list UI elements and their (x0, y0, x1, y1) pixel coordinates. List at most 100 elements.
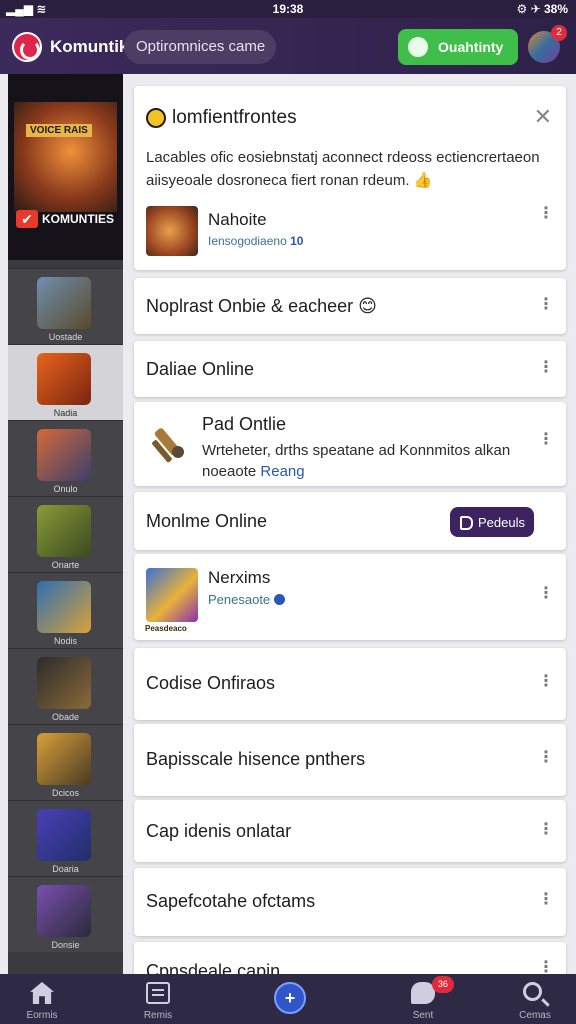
details-button[interactable]: Pedeuls (450, 507, 534, 537)
game-thumbnail (37, 885, 91, 937)
list-item[interactable]: Peasdeaco Nerxims Penesaote ⋮ (134, 554, 566, 640)
game-thumbnail (37, 505, 91, 557)
list-item[interactable]: Cap idenis onlatar ⋮ (134, 800, 566, 862)
nav-chat[interactable]: 36 Sent (378, 974, 468, 1024)
more-options-icon[interactable]: ⋮ (538, 748, 554, 768)
sidebar-item[interactable]: Obade (8, 648, 123, 724)
featured-game-banner[interactable]: VOICE RAIS ✔ KOMUNTIES (8, 74, 123, 260)
thumbnail-caption: Peasdeaco (145, 624, 187, 633)
sidebar-item-label: Dcicos (51, 788, 79, 798)
more-options-icon[interactable]: ⋮ (538, 204, 554, 224)
list-item-title: Codise Onfiraos (146, 673, 276, 693)
top-bar: Komuntik Optiromnices came Ouahtinty 2 (0, 18, 576, 74)
list-item-title: Pad Ontlie (202, 414, 287, 434)
list-item[interactable]: Bapisscale hisence pnthers ⋮ (134, 724, 566, 796)
intro-game-count: 10 (290, 234, 304, 248)
sidebar-item-label: Onarte (51, 560, 80, 570)
intro-game-title[interactable]: Nahoite (208, 210, 267, 230)
more-options-icon[interactable]: ⋮ (538, 672, 554, 692)
nav-search-label: Cemas (519, 1010, 551, 1021)
list-item[interactable]: Sapefcotahe ofctams ⋮ (134, 868, 566, 936)
list-item[interactable]: Codise Onfiraos ⋮ (134, 648, 566, 720)
list-item-title: Cap idenis onlatar (146, 821, 292, 841)
sidebar-item[interactable]: Onarte (8, 496, 123, 572)
sidebar-item[interactable]: Onulo (8, 420, 123, 496)
home-icon (30, 982, 54, 1004)
more-options-icon[interactable]: ⋮ (538, 358, 554, 378)
intro-game-meta: Iensogodiaeno 10 (208, 234, 303, 248)
game-thumbnail (37, 353, 91, 405)
game-thumbnail[interactable] (146, 206, 198, 256)
more-options-icon[interactable]: ⋮ (538, 584, 554, 604)
sidebar-item[interactable]: Donsie (8, 876, 123, 952)
game-thumbnail (37, 429, 91, 481)
chat-badge: 36 (432, 976, 454, 993)
search-icon (523, 982, 542, 1001)
nav-list-label: Remis (143, 1010, 173, 1021)
sidebar-item-label: Uostade (48, 332, 83, 342)
list-item-meta-text: Penesaote (208, 592, 271, 607)
read-more-link[interactable]: Reang (260, 463, 304, 480)
sidebar-item[interactable]: Doaria (8, 800, 123, 876)
list-item-meta: Penesaote (208, 592, 286, 607)
sidebar-item-label: Onulo (53, 484, 78, 494)
sidebar-item-label: Doaria (52, 864, 79, 874)
list-item[interactable]: Monlme Online Pedeuls (134, 492, 566, 550)
notification-badge: 2 (551, 25, 567, 41)
featured-game-art (14, 102, 117, 212)
list-item-title: Bapisscale hisence pnthers (146, 749, 366, 769)
sidebar-item-label: Nodis (53, 636, 77, 646)
intro-card: lomfientfrontes ✕ Lacables ofic eosiebns… (134, 86, 566, 270)
sidebar-item[interactable]: Uostade (8, 268, 123, 344)
list-item-title: Sapefcotahe ofctams (146, 891, 316, 911)
game-thumbnail[interactable] (146, 568, 198, 622)
sidebar: VOICE RAIS ✔ KOMUNTIES Uostade Nadia Onulo… (8, 74, 123, 974)
battery-level: 38% (543, 2, 568, 16)
app-logo-icon[interactable] (12, 32, 42, 62)
bottom-navigation: Eormis Remis + 36 Sent Cemas (0, 974, 576, 1024)
verified-icon (274, 594, 286, 605)
list-icon (146, 982, 170, 1004)
status-time: 19:38 (272, 2, 304, 16)
weapon-icon (152, 428, 184, 463)
checkmark-icon: ✔ (16, 210, 38, 228)
action-button-label: Ouahtinty (438, 39, 504, 55)
list-item-title: Daliae Online (146, 359, 255, 379)
status-right: ⚙ ✈ 38% (516, 2, 568, 16)
featured-art-title: VOICE RAIS (26, 124, 92, 137)
status-bar: ▂▄▆ ≋ 19:38 ⚙ ✈ 38% (0, 0, 576, 18)
featured-game-name: KOMUNTIES (42, 212, 114, 226)
list-item-title: Monlme Online (146, 511, 268, 531)
more-options-icon[interactable]: ⋮ (538, 430, 554, 450)
nav-home[interactable]: Eormis (0, 974, 87, 1024)
game-thumbnail (37, 657, 91, 709)
sidebar-item[interactable]: Nadia (8, 344, 123, 420)
list-item-description: Wrteheter, drths speatane ad Konnmitos a… (202, 440, 542, 482)
close-icon[interactable]: ✕ (534, 104, 552, 130)
intro-title: lomfientfrontes (172, 107, 297, 128)
nav-search[interactable]: Cemas (490, 974, 576, 1024)
list-item[interactable]: Daliae Online ⋮ (134, 341, 566, 397)
badge-icon (408, 37, 428, 57)
action-button[interactable]: Ouahtinty (398, 29, 518, 65)
coin-icon (146, 108, 166, 128)
game-thumbnail (37, 733, 91, 785)
nav-home-label: Eormis (26, 1010, 58, 1021)
add-button[interactable]: + (274, 982, 306, 1014)
list-item-title: Noplrast Onbie & eacheer 😊 (146, 296, 377, 316)
search-input[interactable]: Optiromnices came (124, 30, 276, 64)
list-item[interactable]: Noplrast Onbie & eacheer 😊 ⋮ (134, 278, 566, 334)
more-options-icon[interactable]: ⋮ (538, 890, 554, 910)
list-item[interactable]: Pad Ontlie Wrteheter, drths speatane ad … (134, 402, 566, 486)
game-thumbnail (37, 809, 91, 861)
sidebar-item[interactable]: Nodis (8, 572, 123, 648)
nav-chat-label: Sent (412, 1010, 434, 1021)
more-options-icon[interactable]: ⋮ (538, 820, 554, 840)
more-options-icon[interactable]: ⋮ (538, 295, 554, 315)
list-item-title: Nerxims (208, 568, 271, 587)
list-item-description-text: Wrteheter, drths speatane ad Konnmitos a… (202, 442, 511, 480)
sidebar-item-label: Nadia (53, 408, 78, 418)
sidebar-item[interactable]: Dcicos (8, 724, 123, 800)
sidebar-item-label: Donsie (51, 940, 80, 950)
nav-list[interactable]: Remis (113, 974, 203, 1024)
